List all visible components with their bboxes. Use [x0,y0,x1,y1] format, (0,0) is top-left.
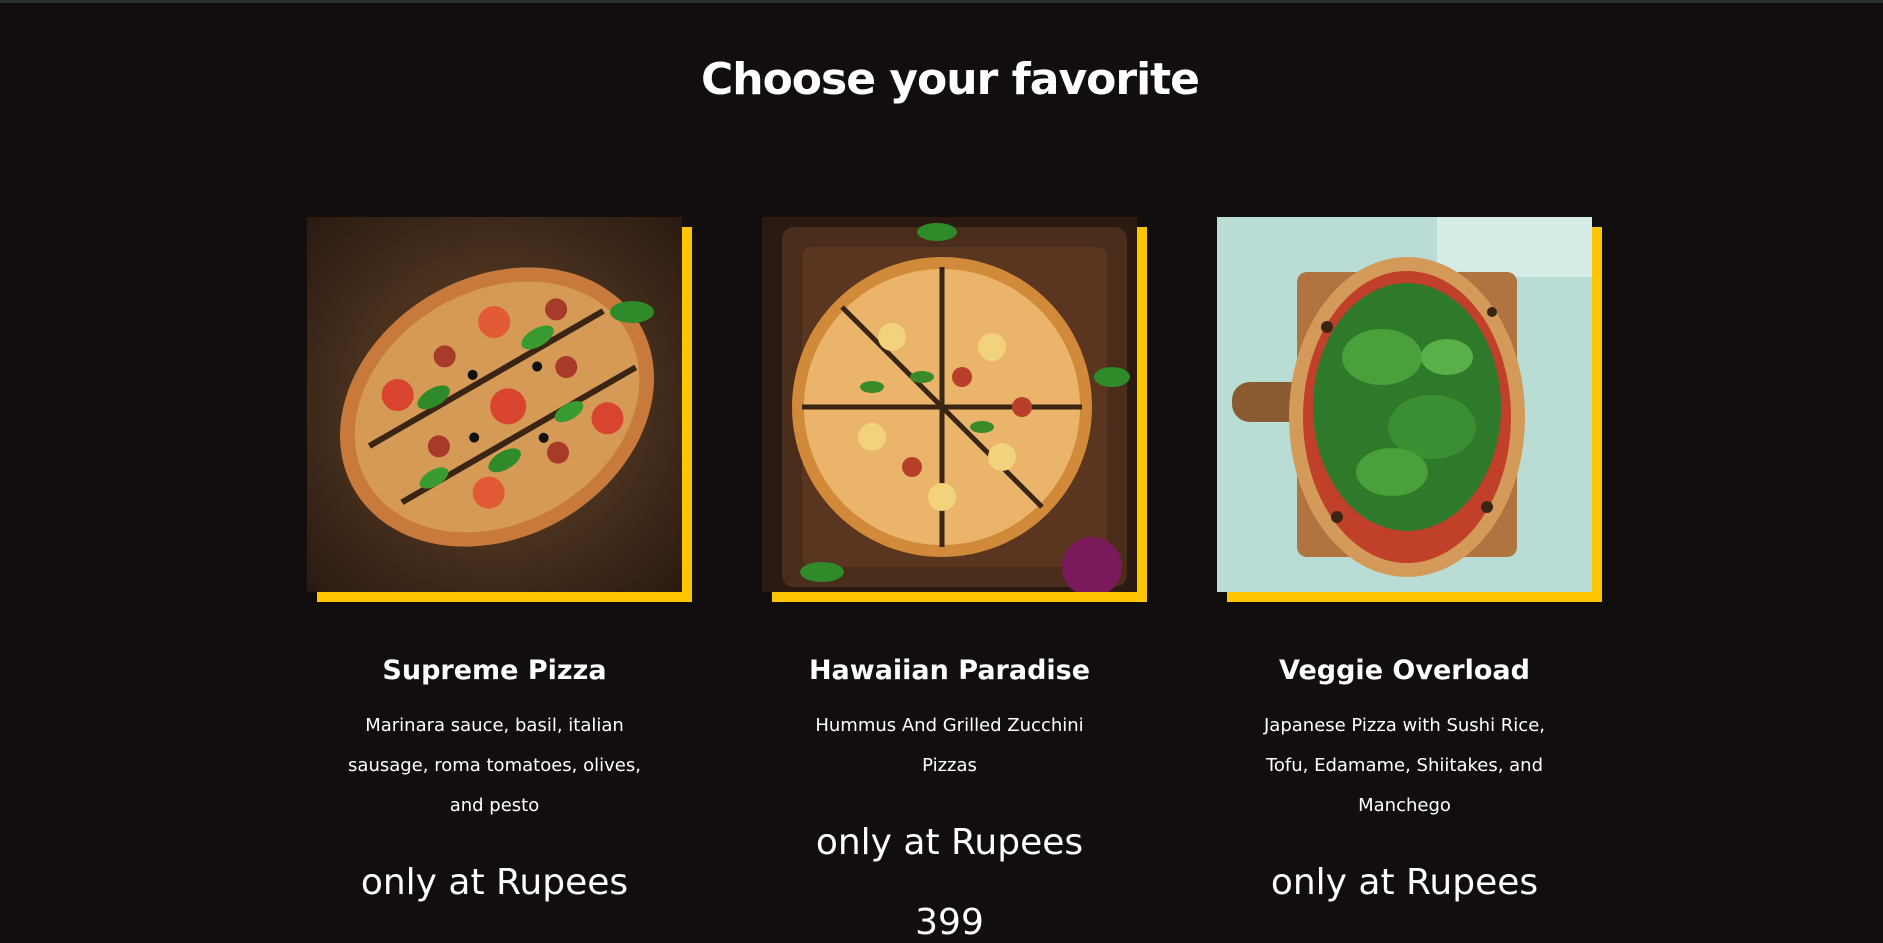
card-description: Hummus And Grilled Zucchini Pizzas [815,715,1084,776]
price-label: only at Rupees [1270,862,1539,903]
card-description: Japanese Pizza with Sushi Rice, Tofu, Ed… [1263,715,1545,816]
pizza-card[interactable]: Hawaiian Paradise Hummus And Grilled Zuc… [762,0,1152,943]
card-title: Supreme Pizza [382,655,607,686]
price-label: only at Rupees [360,862,629,903]
hawaiian-pizza-photo[interactable] [762,217,1137,592]
card-title: Veggie Overload [1279,655,1530,686]
supreme-pizza-photo[interactable] [307,217,682,592]
price-value: 399 [915,902,984,943]
price-label: only at Rupees [815,822,1084,863]
pizza-image-frame [1217,217,1602,602]
pizza-card[interactable]: Veggie Overload Japanese Pizza with Sush… [1217,0,1607,943]
pizza-image-frame [762,217,1147,602]
pizza-card[interactable]: Supreme Pizza Marinara sauce, basil, ita… [307,0,697,943]
card-title: Hawaiian Paradise [808,655,1091,686]
veggie-pizza-photo[interactable] [1217,217,1592,592]
card-description: Marinara sauce, basil, italian sausage, … [348,715,641,816]
pizza-image-frame [307,217,692,602]
